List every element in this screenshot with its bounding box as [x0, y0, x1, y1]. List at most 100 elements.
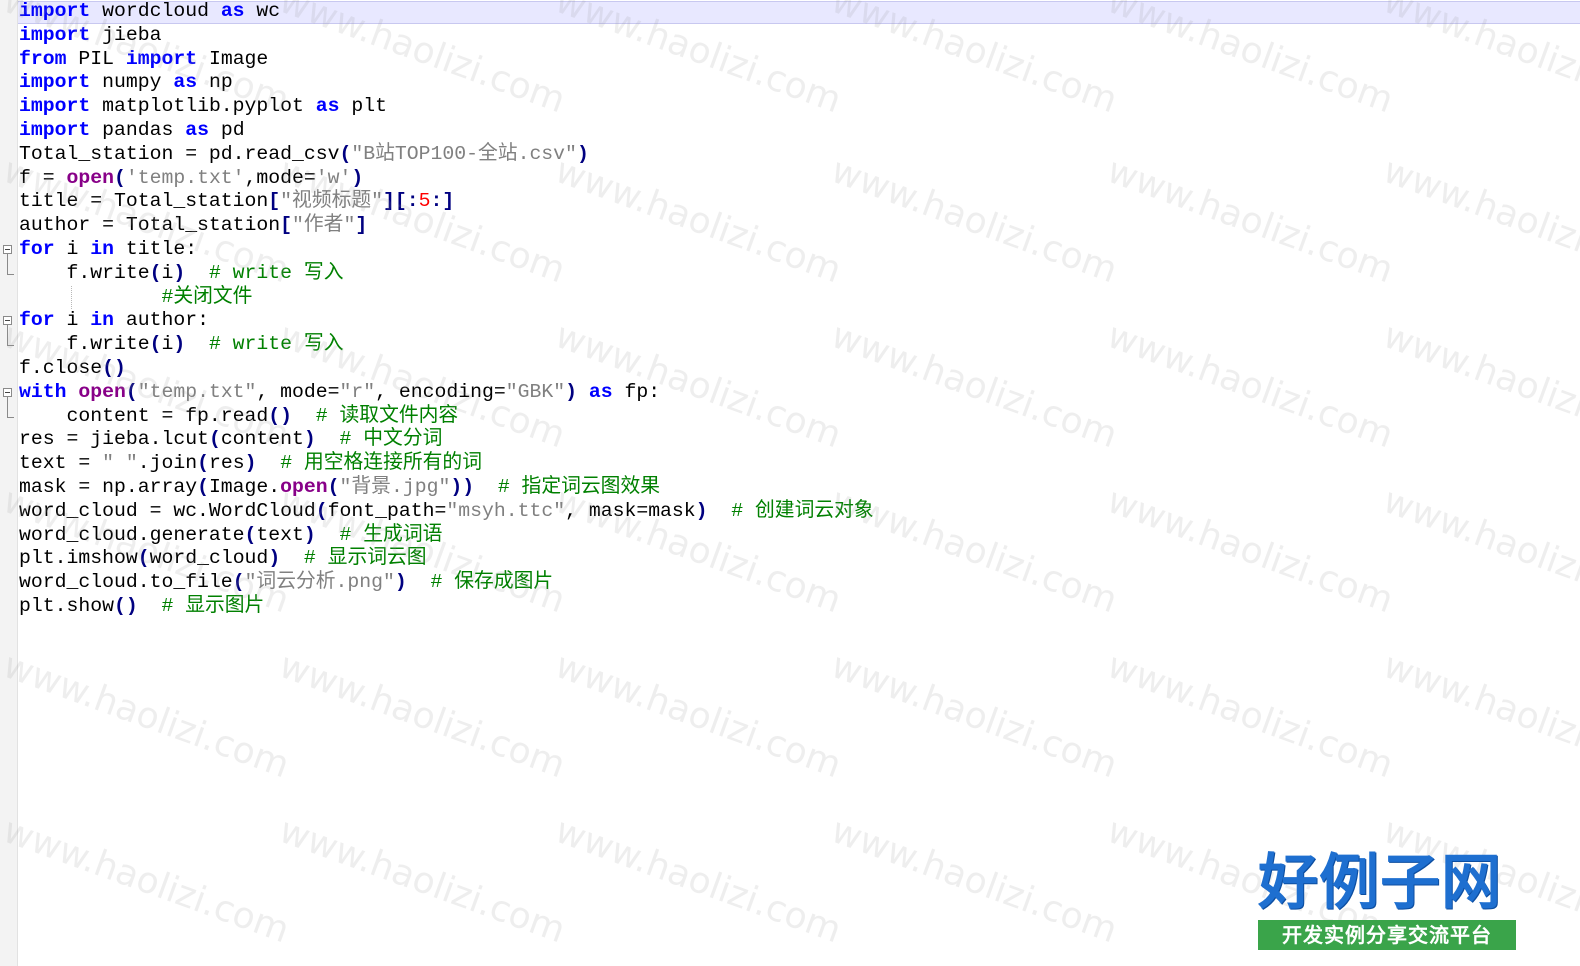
fold-gutter: [0, 0, 18, 966]
code-line[interactable]: import numpy as np: [19, 71, 874, 95]
watermark-text: www.haolizi.com: [1377, 480, 1580, 622]
code-token: (: [327, 475, 340, 498]
code-line[interactable]: word_cloud.generate(text) # 生成词语: [19, 524, 874, 548]
code-token: (: [197, 452, 209, 475]
code-token: ): [576, 142, 589, 165]
code-token: wc: [244, 0, 281, 22]
code-token: [: [280, 214, 293, 237]
watermark-text: www.haolizi.com: [1101, 150, 1399, 292]
code-line[interactable]: f.write(i) # write 写入: [19, 262, 874, 286]
code-line[interactable]: Total_station = pd.read_csv("B站TOP100-全站…: [19, 143, 874, 167]
code-line[interactable]: f.write(i) # write 写入: [19, 333, 874, 357]
code-token: Image: [197, 47, 269, 70]
code-token: title = Total_station: [19, 190, 269, 213]
code-line[interactable]: import matplotlib.pyplot as plt: [19, 95, 874, 119]
code-token: word_cloud.to_file: [19, 571, 233, 594]
code-token: "msyh.ttc": [446, 499, 566, 522]
watermark-text: www.haolizi.com: [825, 810, 1123, 952]
logo-subtitle: 开发实例分享交流平台: [1258, 920, 1516, 950]
code-token: plt.show: [19, 594, 114, 617]
code-token: " ": [102, 452, 138, 475]
code-line[interactable]: for i in title:: [19, 238, 874, 262]
code-token: i: [161, 261, 174, 284]
code-token: (: [149, 333, 162, 356]
code-token: [: [268, 190, 281, 213]
code-token: font_path=: [327, 499, 447, 522]
code-token: for: [19, 309, 55, 332]
code-token: 'w': [315, 166, 352, 189]
fold-end-mark: [7, 417, 14, 418]
code-line[interactable]: res = jieba.lcut(content) # 中文分词: [19, 428, 874, 452]
code-token: , mask=mask: [565, 499, 696, 522]
code-line[interactable]: from PIL import Image: [19, 48, 874, 72]
fold-range-line: [7, 254, 8, 274]
code-token: # 读取文件内容: [292, 404, 459, 427]
code-token: :]: [430, 190, 455, 213]
code-line[interactable]: text = " ".join(res) # 用空格连接所有的词: [19, 452, 874, 476]
watermark-text: www.haolizi.com: [1101, 645, 1399, 787]
code-line[interactable]: #关闭文件: [19, 285, 874, 310]
code-token: text =: [19, 452, 103, 475]
code-token: in: [90, 237, 114, 260]
code-token: "GBK": [505, 380, 566, 403]
code-text-area[interactable]: import wordcloud as wc import jieba from P…: [19, 0, 874, 619]
fold-toggle-icon[interactable]: [3, 316, 12, 325]
code-token: numpy: [90, 71, 174, 94]
code-token: #关闭文件: [161, 285, 253, 308]
code-token: # 指定词云图效果: [474, 475, 661, 498]
code-token: .join: [137, 452, 198, 475]
code-line[interactable]: import pandas as pd: [19, 119, 874, 143]
code-token: "作者": [292, 214, 356, 237]
code-token: ): [244, 452, 257, 475]
code-token: import: [125, 47, 198, 70]
code-token: import: [19, 0, 91, 22]
fold-toggle-icon[interactable]: [3, 388, 12, 397]
code-token: # 中文分词: [315, 428, 443, 451]
code-line[interactable]: content = fp.read() # 读取文件内容: [19, 405, 874, 429]
indent-guide: [71, 285, 72, 310]
code-token: (: [315, 499, 328, 522]
code-line[interactable]: with open("temp.txt", mode="r", encoding…: [19, 381, 874, 405]
watermark-text: www.haolizi.com: [1377, 150, 1580, 292]
code-token: "背景.jpg": [339, 475, 451, 498]
code-line[interactable]: import wordcloud as wc: [19, 0, 874, 24]
watermark-text: www.haolizi.com: [549, 645, 847, 787]
code-token: mask = np.array: [19, 475, 198, 498]
code-line[interactable]: f = open('temp.txt',mode='w'): [19, 167, 874, 191]
watermark-text: www.haolizi.com: [0, 645, 295, 787]
code-line[interactable]: title = Total_station["视频标题"][:5:]: [19, 190, 874, 214]
code-token: ): [695, 499, 708, 522]
code-token: "B站TOP100-全站.csv": [351, 142, 577, 165]
code-token: pandas: [90, 118, 186, 141]
code-line[interactable]: word_cloud.to_file("词云分析.png") # 保存成图片: [19, 571, 874, 595]
code-token: from: [19, 47, 67, 70]
code-token: np: [197, 71, 233, 94]
code-token: "r": [339, 380, 376, 403]
code-line[interactable]: plt.imshow(word_cloud) # 显示词云图: [19, 547, 874, 571]
code-line[interactable]: word_cloud = wc.WordCloud(font_path="msy…: [19, 500, 874, 524]
code-token: , mode=: [256, 380, 340, 403]
code-token: ): [351, 166, 364, 189]
code-token: (: [113, 166, 126, 189]
code-line[interactable]: plt.show() # 显示图片: [19, 595, 874, 619]
code-line[interactable]: f.close(): [19, 357, 874, 381]
code-token: as: [315, 95, 340, 118]
code-line[interactable]: mask = np.array(Image.open("背景.jpg")) # …: [19, 476, 874, 500]
logo-title: 好例子网: [1258, 848, 1502, 918]
code-line[interactable]: for i in author:: [19, 309, 874, 333]
code-token: Total_station = pd.read_csv: [19, 142, 340, 165]
code-editor[interactable]: import wordcloud as wc import jieba from P…: [0, 0, 1580, 966]
code-token: word_cloud.generate: [19, 523, 245, 546]
code-token: # 显示图片: [137, 594, 265, 617]
code-token: # 显示词云图: [280, 547, 427, 570]
fold-toggle-icon[interactable]: [3, 245, 12, 254]
code-line[interactable]: author = Total_station["作者"]: [19, 214, 874, 238]
code-token: open: [78, 380, 126, 403]
code-token: open: [66, 166, 114, 189]
watermark-text: www.haolizi.com: [549, 810, 847, 952]
code-line[interactable]: import jieba: [19, 24, 874, 48]
code-token: "temp.txt": [137, 380, 257, 403]
site-logo: 好例子网 开发实例分享交流平台: [1258, 848, 1516, 950]
